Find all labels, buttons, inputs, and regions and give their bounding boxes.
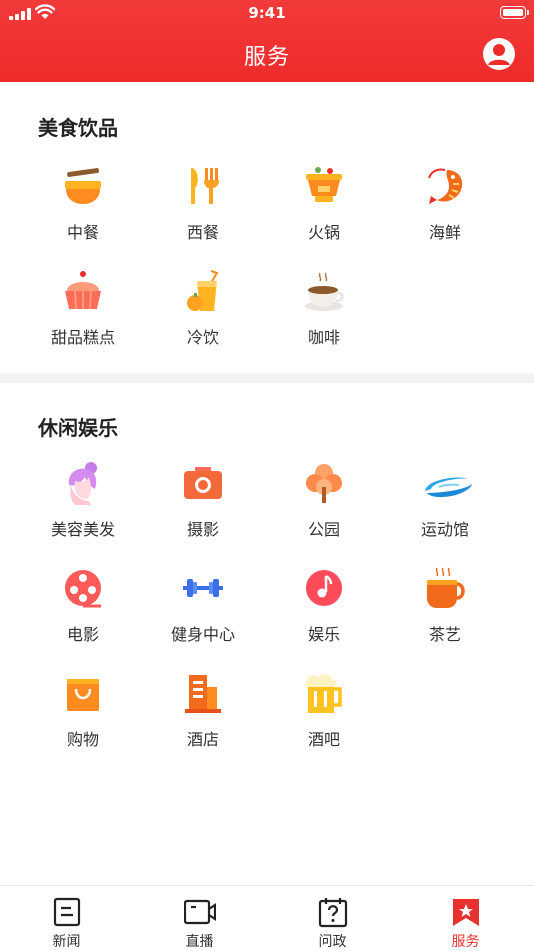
- profile-button[interactable]: [483, 38, 515, 70]
- knife-fork-icon: [191, 168, 219, 204]
- shrimp-icon: [428, 168, 463, 204]
- tab-news[interactable]: 新闻: [0, 886, 133, 951]
- cupcake-icon: [65, 271, 101, 310]
- status-time: 9:41: [248, 4, 286, 22]
- service-beauty-salon[interactable]: 美容美发: [23, 461, 143, 561]
- service-shopping[interactable]: 购物: [23, 671, 143, 771]
- service-seafood[interactable]: 海鲜: [385, 164, 505, 264]
- coffee-cup-icon: [305, 272, 344, 311]
- service-hotpot[interactable]: 火锅: [264, 164, 384, 264]
- section-title: 美食饮品: [38, 116, 118, 140]
- tab-inquiry[interactable]: 问政: [266, 886, 399, 951]
- user-icon: [488, 44, 510, 65]
- service-bar[interactable]: 酒吧: [264, 671, 384, 771]
- video-camera-icon: [184, 899, 216, 925]
- stadium-icon: [425, 477, 472, 498]
- status-bar: 9:41: [0, 0, 534, 28]
- service-sports-venue[interactable]: 运动馆: [385, 461, 505, 561]
- cold-drink-icon: [187, 270, 219, 311]
- battery-icon: [500, 6, 529, 19]
- service-photography[interactable]: 摄影: [143, 461, 263, 561]
- tab-live[interactable]: 直播: [133, 886, 266, 951]
- hairstyle-icon: [68, 462, 97, 505]
- hotpot-icon: [306, 167, 342, 202]
- service-coffee[interactable]: 咖啡: [264, 269, 384, 369]
- section-leisure: 休闲娱乐 美容美发 摄影 公园 运动馆 电影 健身中心 娱乐 茶艺 购物 酒店 …: [0, 383, 534, 783]
- bottom-tab-bar: 新闻 直播 问政 服务: [0, 885, 534, 951]
- service-cinema[interactable]: 电影: [23, 566, 143, 666]
- tab-services[interactable]: 服务: [399, 886, 532, 951]
- service-park[interactable]: 公园: [264, 461, 384, 561]
- service-fitness-center[interactable]: 健身中心: [143, 566, 263, 666]
- shopping-bag-icon: [67, 679, 99, 711]
- service-bookmark-icon: [453, 899, 479, 926]
- film-reel-icon: [65, 570, 101, 608]
- section-title: 休闲娱乐: [38, 416, 118, 440]
- music-note-icon: [306, 570, 342, 606]
- service-tea-art[interactable]: 茶艺: [385, 566, 505, 666]
- page-title: 服务: [243, 45, 290, 70]
- hotel-building-icon: [185, 675, 221, 713]
- service-western-food[interactable]: 西餐: [143, 164, 263, 264]
- section-divider: [0, 373, 534, 383]
- news-icon: [53, 897, 81, 927]
- question-calendar-icon: [318, 898, 348, 928]
- service-chinese-food[interactable]: 中餐: [23, 164, 143, 264]
- service-entertainment[interactable]: 娱乐: [264, 566, 384, 666]
- service-cold-drinks[interactable]: 冷饮: [143, 269, 263, 369]
- dumbbell-icon: [183, 579, 223, 597]
- service-desserts[interactable]: 甜品糕点: [23, 269, 143, 369]
- section-food-drinks: 美食饮品 中餐 西餐 火锅 海鲜 甜品糕点 冷饮 咖啡: [0, 82, 534, 373]
- service-hotel[interactable]: 酒店: [143, 671, 263, 771]
- beer-mug-icon: [304, 674, 342, 713]
- app-header: 9:41 服务: [0, 0, 534, 82]
- tree-icon: [306, 464, 342, 503]
- tea-cup-icon: [427, 567, 465, 608]
- noodle-bowl-icon: [65, 168, 101, 204]
- camera-icon: [184, 467, 222, 499]
